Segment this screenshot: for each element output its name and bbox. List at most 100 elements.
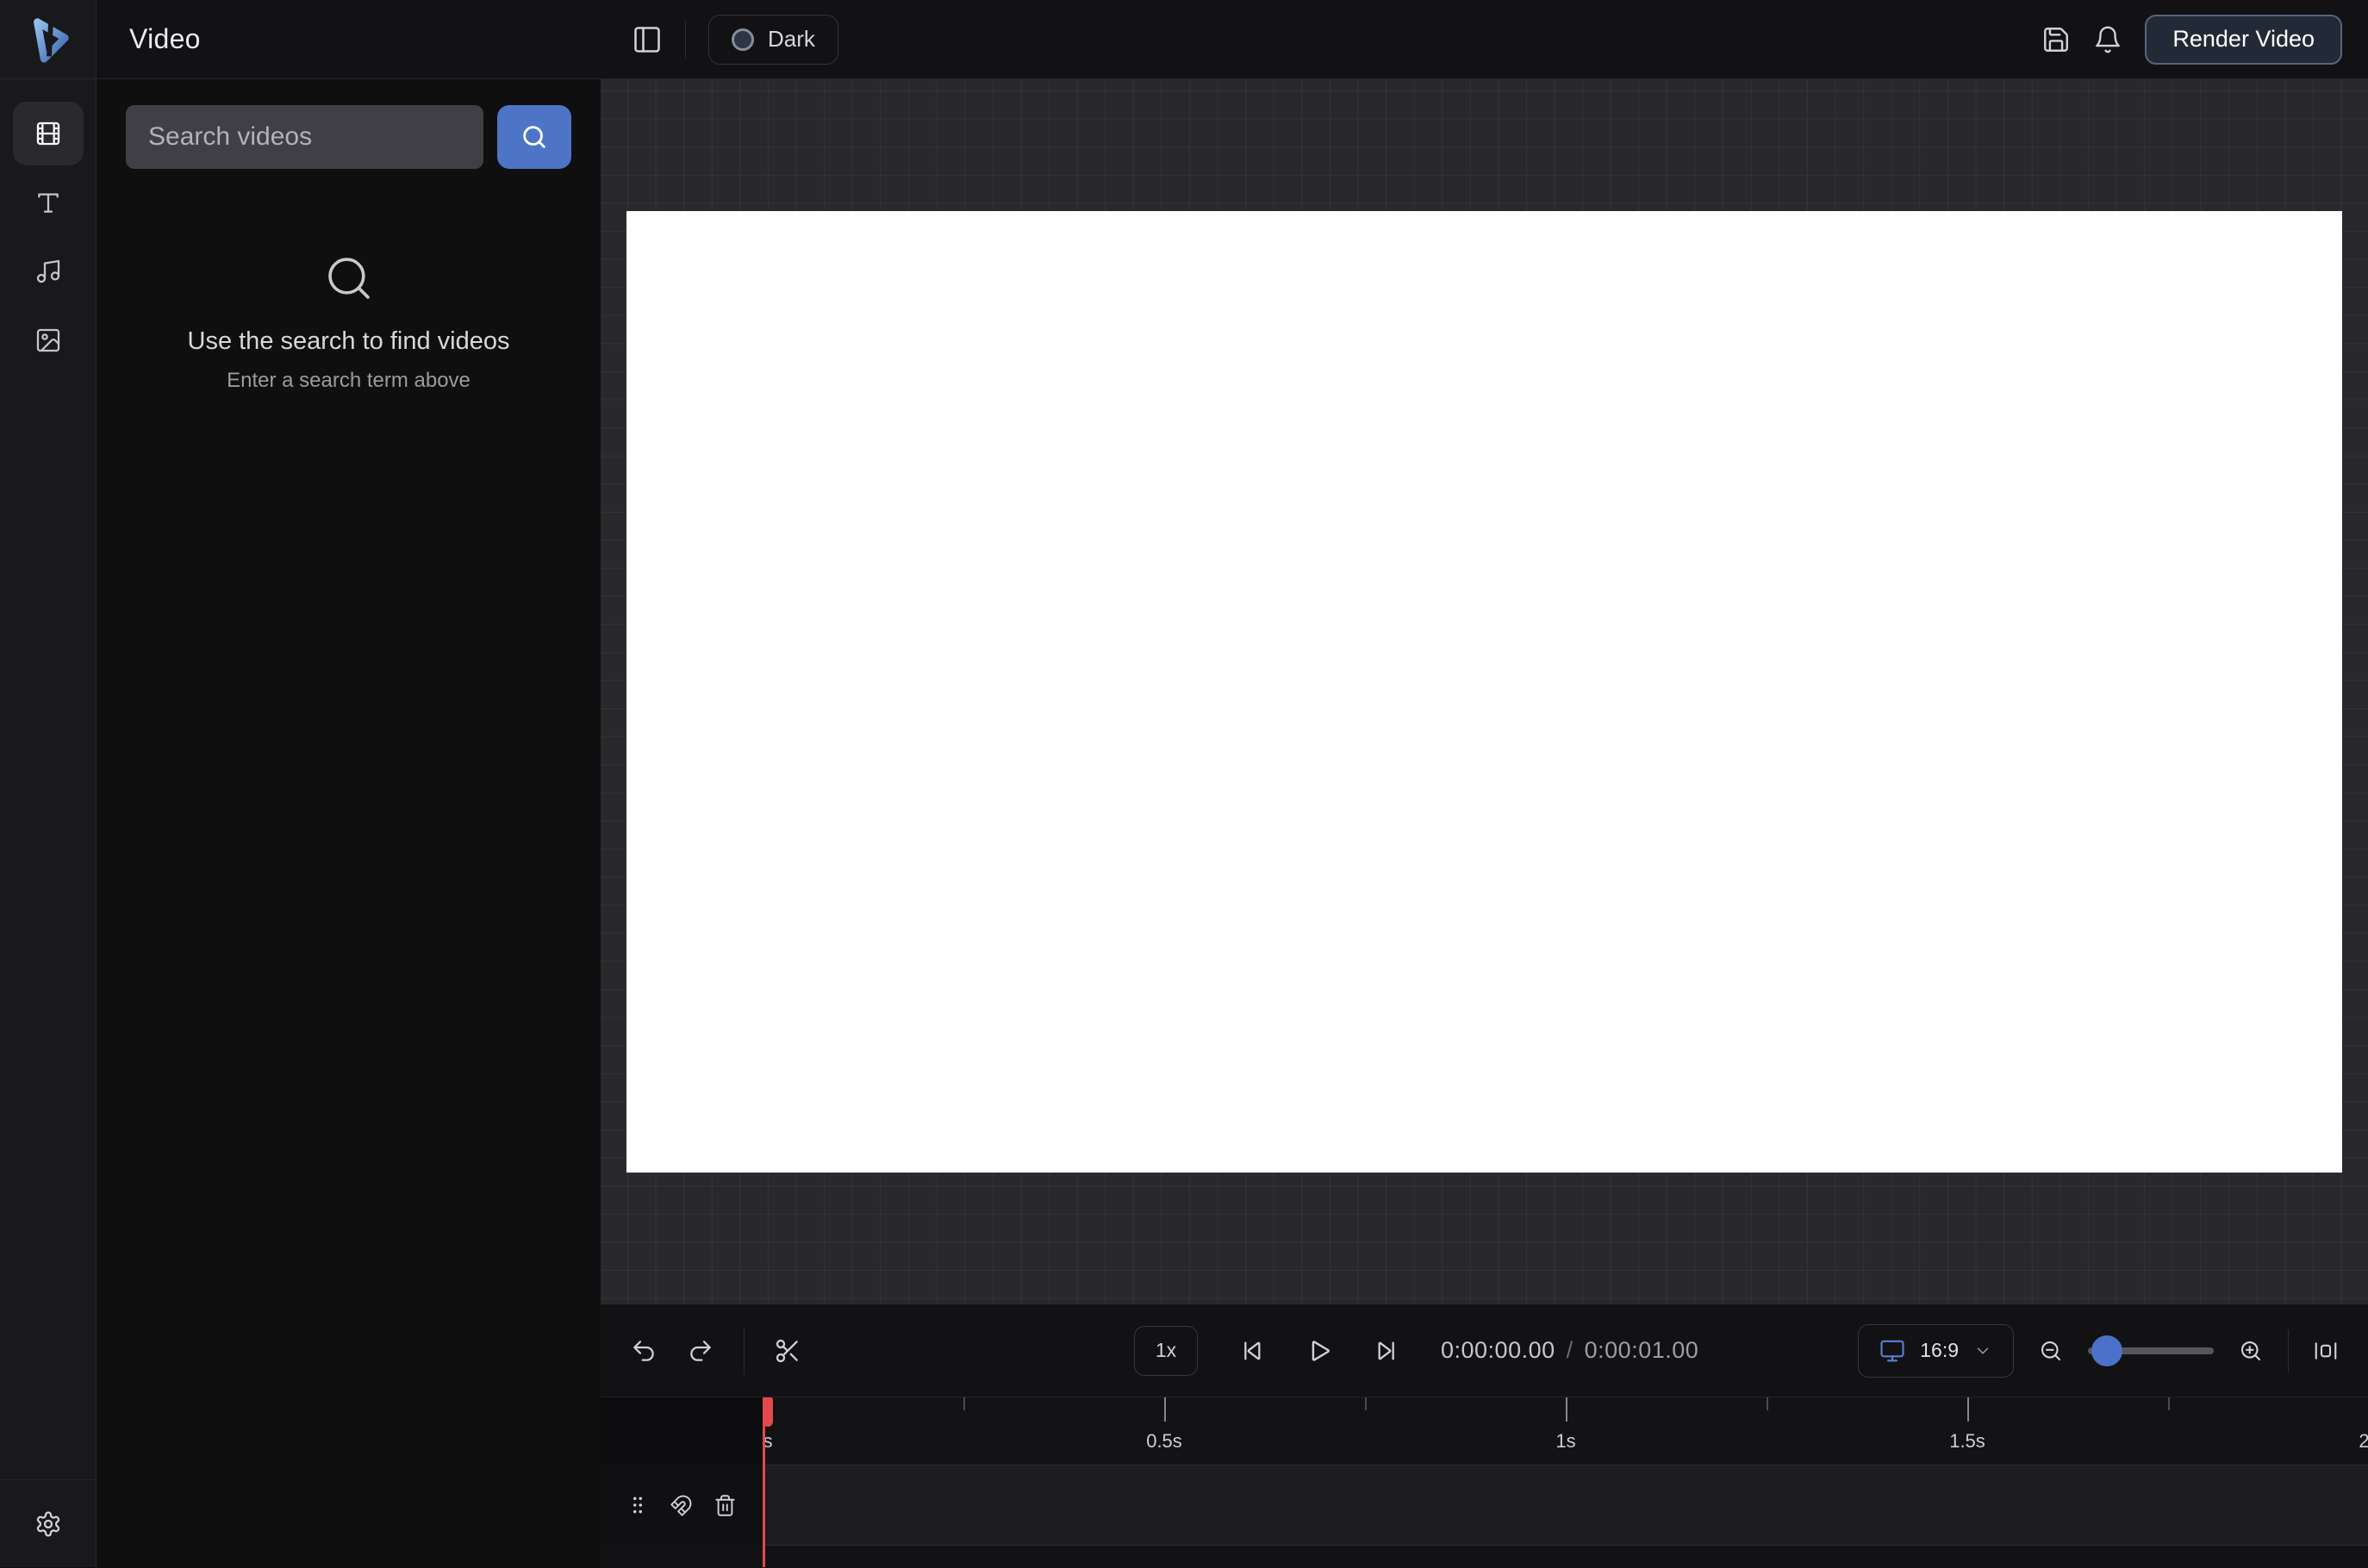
undo-icon	[633, 1340, 654, 1361]
track-snap-toggle[interactable]	[670, 1494, 693, 1517]
sidebar-item-text[interactable]	[13, 171, 84, 234]
play-button[interactable]	[1305, 1336, 1334, 1366]
stage-header: Dark Render Video	[601, 0, 2368, 78]
timecode-display: 0:00:00.00 / 0:00:01.00	[1441, 1337, 1698, 1364]
track-lane[interactable]	[763, 1465, 2368, 1567]
top-bar: Video Dark Render Video	[0, 0, 2368, 79]
render-video-button[interactable]: Render Video	[2145, 14, 2342, 65]
playback-controls: 1x 0:00:00.00 / 0:00:01.00	[1134, 1325, 1698, 1376]
aspect-ratio-dropdown[interactable]: 16:9	[1858, 1323, 2014, 1378]
panel-left-icon	[634, 26, 660, 53]
timeline-ruler[interactable]: 0s0.5s1s1.5s2s	[763, 1397, 2368, 1465]
playback-speed-button[interactable]: 1x	[1134, 1325, 1198, 1376]
ruler-label: 2s	[2359, 1430, 2368, 1452]
skip-to-start-button[interactable]	[1237, 1337, 1265, 1365]
zoom-in-button[interactable]	[2238, 1338, 2264, 1364]
ruler-tick-major	[1164, 1397, 1166, 1422]
monitor-icon	[1880, 1340, 1904, 1361]
time-separator: /	[1566, 1337, 1573, 1363]
gear-icon	[36, 1511, 59, 1536]
ruler-label: 0.5s	[1146, 1430, 1182, 1452]
skip-to-end-button[interactable]	[1374, 1337, 1401, 1365]
zoom-in-icon	[2240, 1341, 2261, 1360]
film-icon	[36, 121, 59, 146]
timeline: 1x 0:00:00.00 / 0:00:01.00 16:9 s 0.5s 1…	[601, 1304, 2368, 1567]
empty-state-title: Use the search to find videos	[187, 327, 510, 355]
grip-vertical-icon	[633, 1496, 642, 1514]
timeline-toolbar: 1x 0:00:00.00 / 0:00:01.00 16:9	[601, 1304, 2368, 1397]
skip-back-icon	[1244, 1341, 1261, 1360]
track-delete-button[interactable]	[714, 1494, 737, 1517]
undo-button[interactable]	[630, 1337, 657, 1365]
search-empty-state: Use the search to find videos Enter a se…	[126, 252, 571, 393]
video-canvas[interactable]	[626, 211, 2342, 1173]
track-header	[601, 1465, 763, 1546]
aspect-ratio-label: 16:9	[1920, 1339, 1959, 1361]
timeline-zoom-slider[interactable]	[2088, 1335, 2214, 1366]
search-row	[126, 105, 571, 169]
redo-button[interactable]	[687, 1337, 714, 1365]
fit-to-view-icon	[2315, 1341, 2337, 1360]
music-icon	[36, 259, 59, 283]
type-icon	[37, 193, 59, 213]
split-clip-button[interactable]	[774, 1337, 801, 1365]
timeline-tracks	[601, 1465, 2368, 1567]
panel-header: Video	[97, 0, 601, 78]
app-root: Video Dark Render Video Search videos Us…	[0, 0, 2368, 1568]
notifications-button[interactable]	[2093, 25, 2122, 54]
theme-toggle-button[interactable]: Dark	[708, 14, 838, 65]
sidebar-footer	[0, 1479, 97, 1567]
search-panel: Use the search to find videos Enter a se…	[97, 79, 601, 1567]
theme-circle-icon	[732, 28, 754, 51]
app-logo[interactable]	[0, 0, 97, 78]
redo-icon	[690, 1340, 711, 1361]
zoom-out-button[interactable]	[2038, 1338, 2064, 1364]
scissors-icon	[776, 1339, 798, 1362]
ruler-label: 1.5s	[1949, 1430, 1985, 1452]
icon-sidebar	[0, 79, 97, 1567]
play-icon	[1312, 1340, 1330, 1361]
timeline-toolbar-left	[630, 1326, 1134, 1375]
timeline-ruler-row: 0s0.5s1s1.5s2s	[601, 1397, 2368, 1465]
sidebar-item-images[interactable]	[13, 308, 84, 372]
search-input[interactable]	[126, 105, 483, 169]
magnet-icon	[670, 1495, 692, 1516]
settings-button[interactable]	[34, 1510, 62, 1538]
image-icon	[36, 328, 59, 352]
bell-icon	[2096, 26, 2121, 53]
save-button[interactable]	[2041, 25, 2071, 54]
track-strip[interactable]	[763, 1465, 2368, 1546]
ruler-tick-minor	[1767, 1397, 1768, 1410]
ruler-label: 1s	[1555, 1430, 1576, 1452]
header-divider	[685, 21, 686, 58]
ruler-tick-major	[1566, 1397, 1567, 1422]
track-drag-handle[interactable]	[626, 1494, 649, 1516]
toolbar-divider	[2288, 1328, 2289, 1372]
chevron-down-icon	[1977, 1347, 1989, 1354]
canvas-workspace	[601, 79, 2368, 1304]
trash-icon	[715, 1494, 735, 1516]
sidebar-item-audio[interactable]	[13, 240, 84, 303]
playhead[interactable]	[763, 1397, 773, 1567]
ruler-gutter	[601, 1397, 763, 1465]
zoom-slider-thumb[interactable]	[2091, 1335, 2122, 1366]
zoom-out-icon	[2041, 1341, 2061, 1360]
stage: 1x 0:00:00.00 / 0:00:01.00 16:9 s 0.5s 1…	[601, 79, 2368, 1567]
fit-timeline-button[interactable]	[2313, 1338, 2339, 1364]
ruler-tick-minor	[963, 1397, 965, 1410]
current-time: 0:00:00.00	[1441, 1337, 1555, 1363]
sidebar-item-videos[interactable]	[12, 102, 84, 165]
body-row: Use the search to find videos Enter a se…	[0, 79, 2368, 1567]
save-icon	[2044, 27, 2069, 52]
toggle-sidebar-button[interactable]	[632, 24, 663, 55]
search-icon	[523, 126, 545, 148]
play-logo-icon	[33, 17, 69, 63]
total-time: 0:00:01.00	[1584, 1337, 1699, 1363]
playhead-pin[interactable]	[763, 1397, 773, 1427]
ruler-tick-major	[1967, 1397, 1969, 1422]
timeline-toolbar-right: 16:9	[1858, 1323, 2339, 1378]
toolbar-divider	[744, 1326, 745, 1375]
search-button[interactable]	[497, 105, 571, 169]
page-title: Video	[129, 23, 201, 54]
empty-state-subtitle: Enter a search term above	[227, 369, 470, 392]
